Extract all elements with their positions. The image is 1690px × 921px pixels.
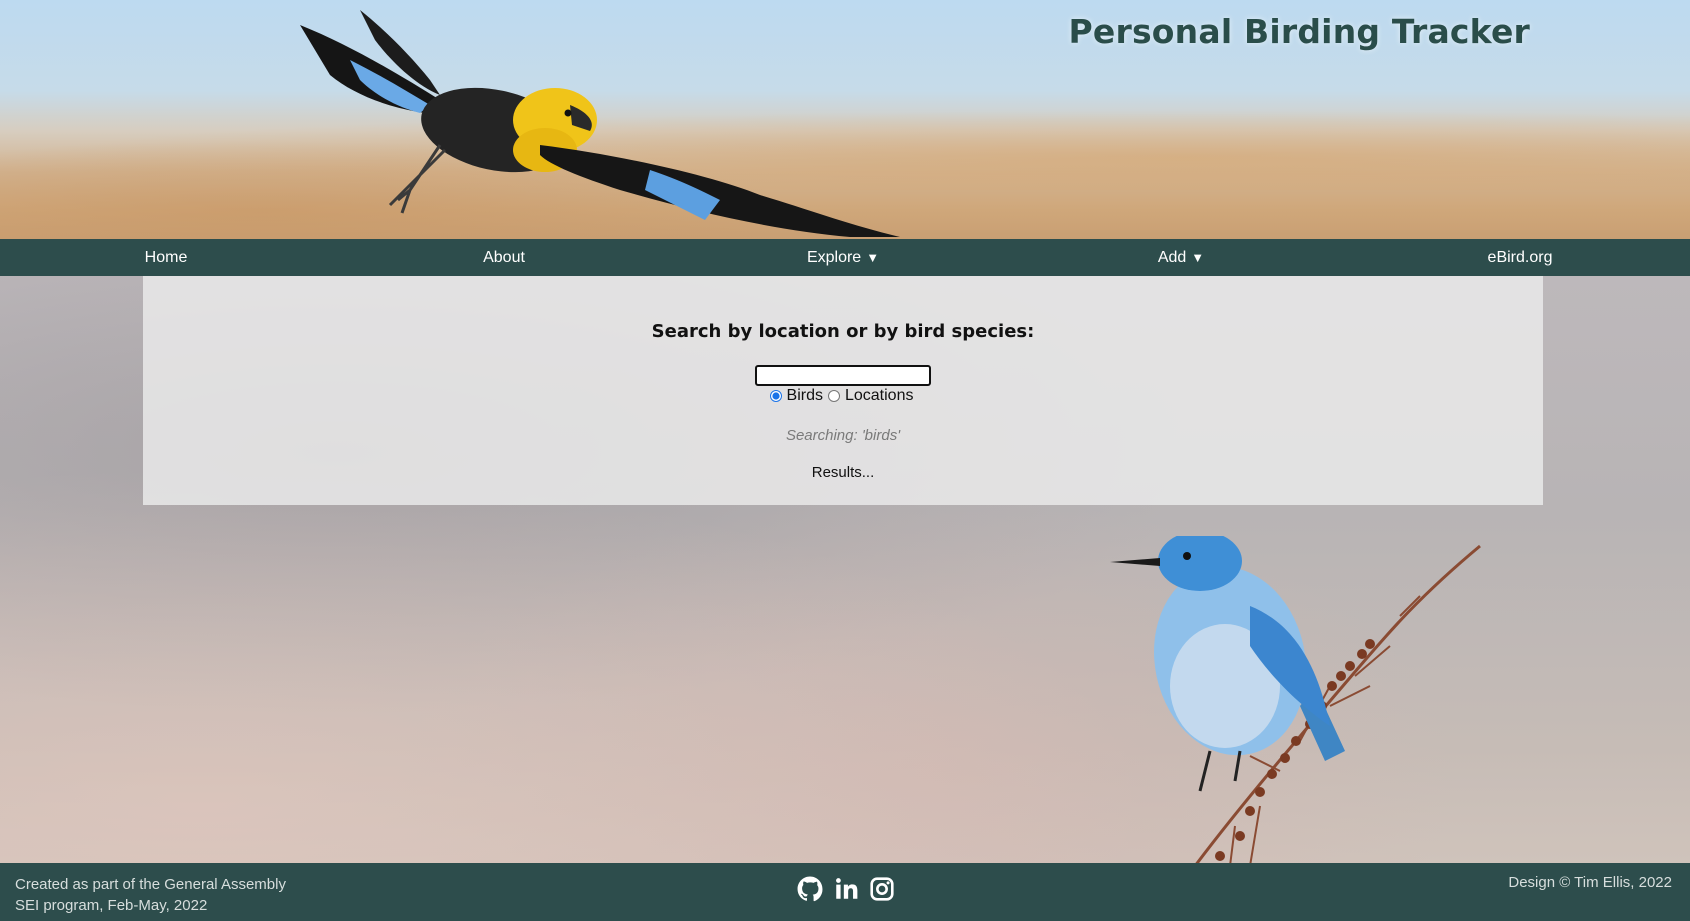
search-results: Results...: [811, 464, 875, 481]
footer-credit-line1: Created as part of the General Assembly: [15, 876, 286, 893]
footer-credit: Created as part of the General Assembly …: [15, 874, 286, 916]
nav-ebird-link[interactable]: eBird.org: [1488, 239, 1553, 276]
instagram-icon[interactable]: [869, 876, 895, 902]
search-type-radio-group: Birds Locations: [143, 387, 1543, 405]
nav-about-label: About: [483, 249, 525, 266]
nav-ebird-label: eBird.org: [1487, 249, 1553, 266]
nav-home-label: Home: [144, 249, 188, 266]
caret-down-icon: ▼: [866, 250, 880, 265]
caret-down-icon: ▼: [1191, 250, 1205, 265]
nav-about-link[interactable]: About: [483, 239, 525, 276]
birds-radio[interactable]: [769, 390, 782, 402]
nav-add-dropdown[interactable]: Add ▼: [1158, 239, 1204, 276]
linkedin-icon[interactable]: [833, 876, 859, 902]
nav-add-label: Add: [1157, 249, 1187, 266]
mountain-bluebird-image: [1110, 536, 1481, 863]
search-status: Searching: 'birds': [785, 427, 901, 444]
locations-radio-label[interactable]: Locations: [845, 387, 914, 405]
hero-banner: Personal Birding Tracker: [0, 0, 1690, 239]
nav-explore-dropdown[interactable]: Explore ▼: [807, 239, 879, 276]
main-nav: Home About Explore ▼ Add ▼ eBird.org: [0, 239, 1690, 276]
search-input[interactable]: [755, 365, 931, 386]
github-icon[interactable]: [797, 876, 823, 902]
footer: Created as part of the General Assembly …: [0, 863, 1690, 921]
site-title: Personal Birding Tracker: [1068, 12, 1530, 51]
locations-radio[interactable]: [827, 390, 840, 402]
yellow-headed-blackbird-image: [300, 10, 900, 237]
social-links: [797, 876, 895, 902]
footer-credit-line2: SEI program, Feb-May, 2022: [15, 897, 208, 914]
nav-explore-label: Explore: [806, 249, 862, 266]
nav-home-link[interactable]: Home: [145, 239, 188, 276]
search-heading: Search by location or by bird species:: [651, 321, 1035, 342]
birds-radio-label[interactable]: Birds: [787, 387, 823, 405]
search-panel: Search by location or by bird species: B…: [143, 276, 1543, 505]
footer-copyright: Design © Tim Ellis, 2022: [1508, 874, 1672, 891]
